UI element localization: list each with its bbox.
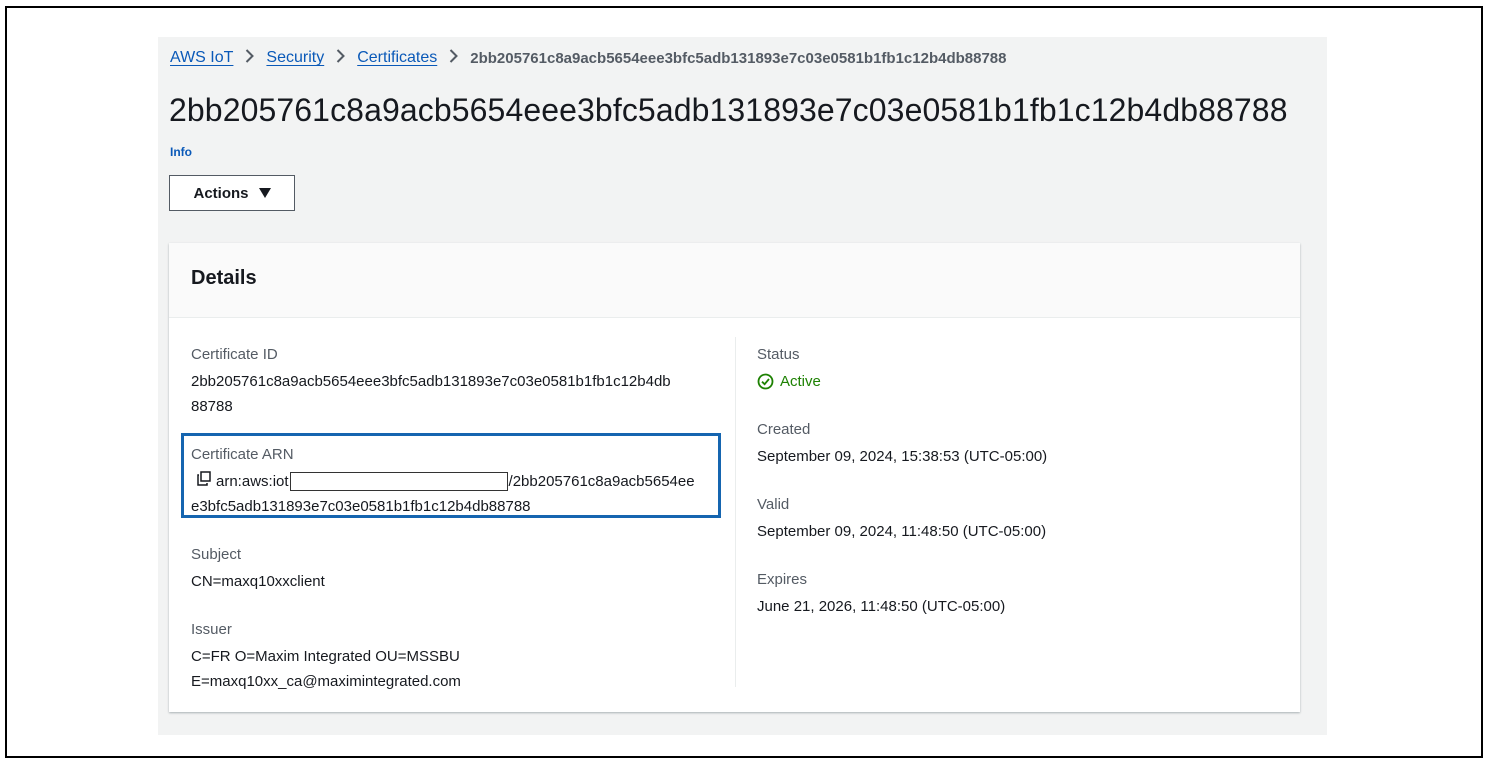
certificate-id-label: Certificate ID (191, 346, 278, 363)
expires-label: Expires (757, 571, 808, 588)
created-field: Created September 09, 2024, 15:38:53 (UT… (757, 420, 1047, 469)
created-value: September 09, 2024, 15:38:53 (UTC-05:00) (757, 448, 1048, 465)
subject-value: CN=maxq10xxclient (191, 573, 325, 590)
certificate-id-line2: 88788 (191, 398, 233, 415)
status-field: Status Active (757, 345, 821, 394)
page-title: 2bb205761c8a9acb5654eee3bfc5adb131893e7c… (169, 92, 1288, 128)
breadcrumb-aws-iot[interactable]: AWS IoT (170, 49, 233, 67)
chevron-right-icon (245, 49, 255, 67)
certificate-id-value[interactable]: 2bb205761c8a9acb5654eee3bfc5adb131893e7c… (191, 369, 671, 419)
info-link[interactable]: Info (170, 145, 192, 159)
details-heading: Details (191, 267, 257, 289)
issuer-field: Issuer C=FR O=Maxim Integrated OU=MSSBU … (191, 620, 461, 694)
certificate-id-line1: 2bb205761c8a9acb5654eee3bfc5adb131893e7c… (191, 373, 671, 390)
arn-highlight-box (181, 433, 721, 518)
column-divider (735, 337, 736, 687)
breadcrumb-current: 2bb205761c8a9acb5654eee3bfc5adb131893e7c… (470, 49, 1007, 67)
caret-down-icon (258, 186, 271, 201)
valid-field: Valid September 09, 2024, 11:48:50 (UTC-… (757, 495, 1046, 544)
expires-field: Expires June 21, 2026, 11:48:50 (UTC-05:… (757, 570, 1005, 619)
expires-value: June 21, 2026, 11:48:50 (UTC-05:00) (757, 598, 1006, 615)
valid-value: September 09, 2024, 11:48:50 (UTC-05:00) (757, 523, 1047, 540)
breadcrumb-security[interactable]: Security (266, 49, 324, 67)
issuer-line2: E=maxq10xx_ca@maximintegrated.com (191, 673, 461, 690)
status-value: Active (780, 373, 821, 390)
status-badge: Active (757, 369, 821, 394)
created-label: Created (757, 421, 811, 438)
actions-button[interactable]: Actions (169, 175, 295, 211)
subject-field: Subject CN=maxq10xxclient (191, 545, 325, 594)
issuer-value: C=FR O=Maxim Integrated OU=MSSBU E=maxq1… (191, 644, 461, 694)
subject-label: Subject (191, 546, 242, 563)
check-circle-icon (757, 373, 774, 390)
chevron-right-icon (449, 49, 459, 67)
chevron-right-icon (336, 49, 346, 67)
issuer-label: Issuer (191, 621, 232, 638)
breadcrumb: AWS IoT Security Certificates 2bb205761c… (170, 47, 1007, 69)
actions-button-label: Actions (193, 184, 249, 202)
issuer-line1: C=FR O=Maxim Integrated OU=MSSBU (191, 648, 460, 665)
details-card-header: Details (169, 243, 1300, 318)
status-label: Status (757, 346, 800, 363)
breadcrumb-certificates[interactable]: Certificates (357, 49, 437, 67)
valid-label: Valid (757, 496, 790, 513)
certificate-id-field: Certificate ID 2bb205761c8a9acb5654eee3b… (191, 345, 671, 419)
main-panel: AWS IoT Security Certificates 2bb205761c… (158, 37, 1327, 735)
